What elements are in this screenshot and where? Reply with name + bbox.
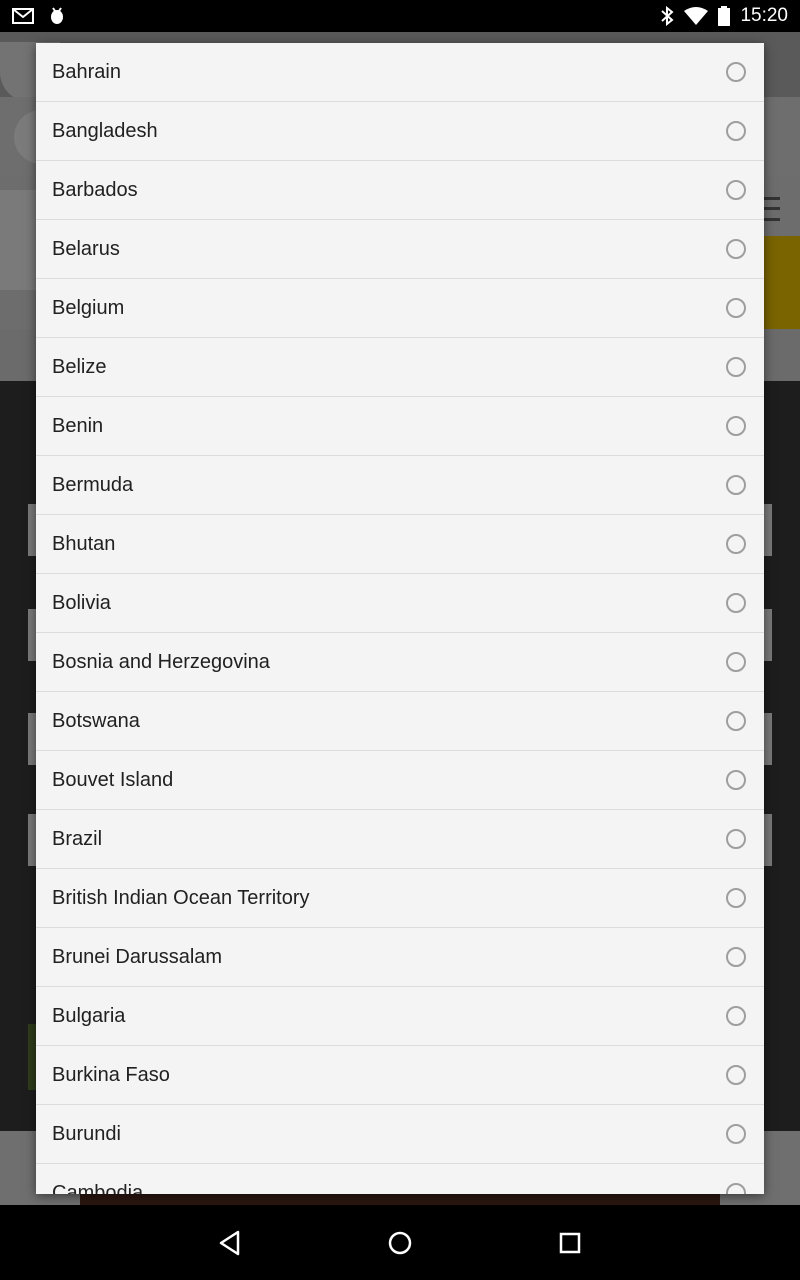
country-option[interactable]: Bulgaria: [36, 987, 764, 1046]
country-option[interactable]: Bhutan: [36, 515, 764, 574]
country-option-label: Belgium: [52, 296, 125, 319]
country-option[interactable]: Bermuda: [36, 456, 764, 515]
country-option[interactable]: Belize: [36, 338, 764, 397]
radio-button[interactable]: [726, 652, 746, 672]
country-option[interactable]: Bahrain: [36, 43, 764, 102]
country-option[interactable]: Barbados: [36, 161, 764, 220]
country-option[interactable]: Bouvet Island: [36, 751, 764, 810]
country-option[interactable]: Bosnia and Herzegovina: [36, 633, 764, 692]
back-button[interactable]: [190, 1205, 270, 1280]
radio-button[interactable]: [726, 475, 746, 495]
country-option[interactable]: Brazil: [36, 810, 764, 869]
radio-button[interactable]: [726, 593, 746, 613]
radio-button[interactable]: [726, 180, 746, 200]
country-option-label: Burkina Faso: [52, 1063, 170, 1086]
radio-button[interactable]: [726, 947, 746, 967]
country-option-label: British Indian Ocean Territory: [52, 886, 310, 909]
country-option-label: Bolivia: [52, 591, 111, 614]
country-picker-dialog: Bahrain Bangladesh Barbados Belarus Belgium B…: [36, 43, 764, 1194]
radio-button[interactable]: [726, 416, 746, 436]
radio-button[interactable]: [726, 711, 746, 731]
radio-button[interactable]: [726, 1006, 746, 1026]
android-debug-icon: [48, 6, 66, 26]
radio-button[interactable]: [726, 298, 746, 318]
home-icon: [388, 1231, 412, 1254]
radio-button[interactable]: [726, 534, 746, 554]
gmail-icon: [12, 8, 34, 24]
country-option-label: Belize: [52, 355, 107, 378]
country-option-label: Benin: [52, 414, 104, 437]
country-option-label: Bosnia and Herzegovina: [52, 650, 270, 673]
country-option-label: Bangladesh: [52, 119, 158, 142]
back-icon: [219, 1230, 240, 1255]
country-option[interactable]: Bangladesh: [36, 102, 764, 161]
country-option[interactable]: Bolivia: [36, 574, 764, 633]
recents-icon: [559, 1232, 581, 1253]
country-option[interactable]: Belgium: [36, 279, 764, 338]
country-option-label: Bermuda: [52, 473, 134, 496]
country-option-label: Botswana: [52, 709, 140, 732]
home-button[interactable]: [360, 1205, 440, 1280]
country-option[interactable]: Belarus: [36, 220, 764, 279]
country-option[interactable]: Benin: [36, 397, 764, 456]
country-option[interactable]: Brunei Darussalam: [36, 928, 764, 987]
country-option-label: Cambodia: [52, 1181, 144, 1195]
battery-icon: [718, 6, 731, 26]
country-option[interactable]: British Indian Ocean Territory: [36, 869, 764, 928]
radio-button[interactable]: [726, 239, 746, 259]
country-option[interactable]: Burundi: [36, 1105, 764, 1164]
country-option-label: Burundi: [52, 1122, 121, 1145]
country-option-label: Bahrain: [52, 60, 121, 83]
country-option-label: Brunei Darussalam: [52, 945, 223, 968]
country-option-label: Bulgaria: [52, 1004, 126, 1027]
radio-button[interactable]: [726, 1065, 746, 1085]
radio-button[interactable]: [726, 770, 746, 790]
country-option-label: Bhutan: [52, 532, 116, 555]
radio-button[interactable]: [726, 888, 746, 908]
wifi-icon: [684, 7, 709, 25]
country-option-label: Belarus: [52, 237, 120, 260]
country-option[interactable]: Burkina Faso: [36, 1046, 764, 1105]
status-time: 15:20: [740, 5, 788, 26]
country-option[interactable]: Botswana: [36, 692, 764, 751]
radio-button[interactable]: [726, 1124, 746, 1144]
country-list: Bahrain Bangladesh Barbados Belarus Belgium B…: [36, 43, 764, 1194]
radio-button[interactable]: [726, 121, 746, 141]
radio-button[interactable]: [726, 829, 746, 849]
country-option[interactable]: Cambodia: [36, 1164, 764, 1194]
country-option-label: Brazil: [52, 827, 103, 850]
bluetooth-icon: [660, 6, 674, 26]
radio-button[interactable]: [726, 1183, 746, 1194]
radio-button[interactable]: [726, 62, 746, 82]
recents-button[interactable]: [530, 1205, 610, 1280]
country-option-label: Barbados: [52, 178, 138, 201]
status-bar: 15:20: [0, 0, 800, 32]
country-option-label: Bouvet Island: [52, 768, 174, 791]
radio-button[interactable]: [726, 357, 746, 377]
